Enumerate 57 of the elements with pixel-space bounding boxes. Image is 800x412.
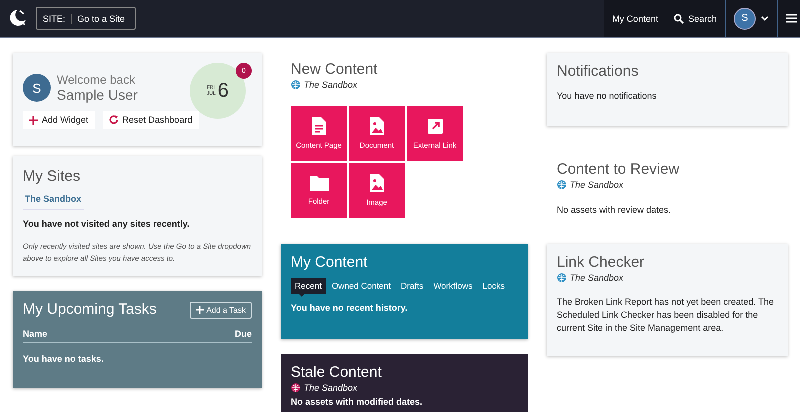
message: You have not visited any sites recently. (23, 218, 191, 231)
chevron-icon (761, 16, 769, 22)
folder-icon (310, 175, 328, 191)
page-icon (311, 117, 327, 135)
site-name: The Sandbox (570, 273, 624, 283)
globe-icon (557, 273, 567, 283)
tab[interactable]: Locks (478, 278, 509, 294)
logo-icon (8, 8, 28, 28)
column-header: Name (23, 329, 48, 339)
site-picker[interactable]: SITE: Go to a Site (36, 7, 136, 30)
site-name: The Sandbox (570, 180, 624, 190)
globe-icon (291, 383, 301, 393)
globe-icon (557, 180, 567, 190)
message: You have no notifications (557, 90, 658, 103)
card-title: Content to Review (557, 161, 681, 179)
greeting: Welcome back (57, 73, 136, 87)
image-file-icon (369, 117, 385, 135)
plus-icon (196, 306, 204, 314)
refresh-icon (108, 115, 119, 125)
site-label: SITE: (43, 14, 72, 24)
card-title: New Content (291, 61, 379, 79)
card-title: My Upcoming Tasks (23, 301, 157, 319)
image-file-icon (369, 174, 385, 192)
message: You have no tasks. (23, 353, 105, 366)
reset-dashboard-button[interactable]: Reset Dashboard (102, 111, 199, 129)
site-name: The Sandbox (304, 383, 358, 393)
message: No assets with modified dates. (291, 396, 424, 409)
column-header: Due (234, 329, 252, 339)
tab[interactable]: Drafts (397, 278, 428, 294)
message: No assets with review dates. (557, 204, 672, 217)
card-title: Stale Content (291, 364, 383, 382)
site-placeholder: Go to a Site (78, 14, 126, 24)
tab[interactable]: Owned Content (328, 278, 396, 294)
my-content-link[interactable]: My Content (604, 0, 666, 37)
plus-icon (29, 116, 38, 124)
card-title: My Content (291, 254, 369, 272)
add-task-button[interactable]: Add a Task (190, 302, 252, 318)
user-menu[interactable]: S (725, 0, 778, 37)
external-link-icon (426, 118, 444, 134)
search-link[interactable]: Search (666, 0, 725, 37)
card-title: Link Checker (557, 254, 646, 272)
menu-icon[interactable] (786, 14, 797, 23)
globe-icon (291, 80, 301, 90)
user-name: Sample User (57, 87, 138, 103)
tab[interactable]: Workflows (430, 278, 477, 294)
tab[interactable]: Recent (291, 278, 326, 294)
site-link[interactable]: The Sandbox (23, 186, 84, 210)
site-name: The Sandbox (304, 80, 358, 90)
card-title: Notifications (557, 63, 640, 81)
card-title: My Sites (23, 168, 82, 186)
user-avatar: S (734, 8, 756, 30)
search-icon (674, 14, 684, 24)
day-number: 6 (218, 80, 230, 102)
message: You have no recent history. (291, 302, 409, 315)
message: The Broken Link Report has not yet been created. The Scheduled Link Checker has been disabled for the current Site in the Site Management area. (557, 296, 775, 335)
add-widget-button[interactable]: Add Widget (23, 111, 95, 129)
user-avatar: S (23, 74, 51, 102)
